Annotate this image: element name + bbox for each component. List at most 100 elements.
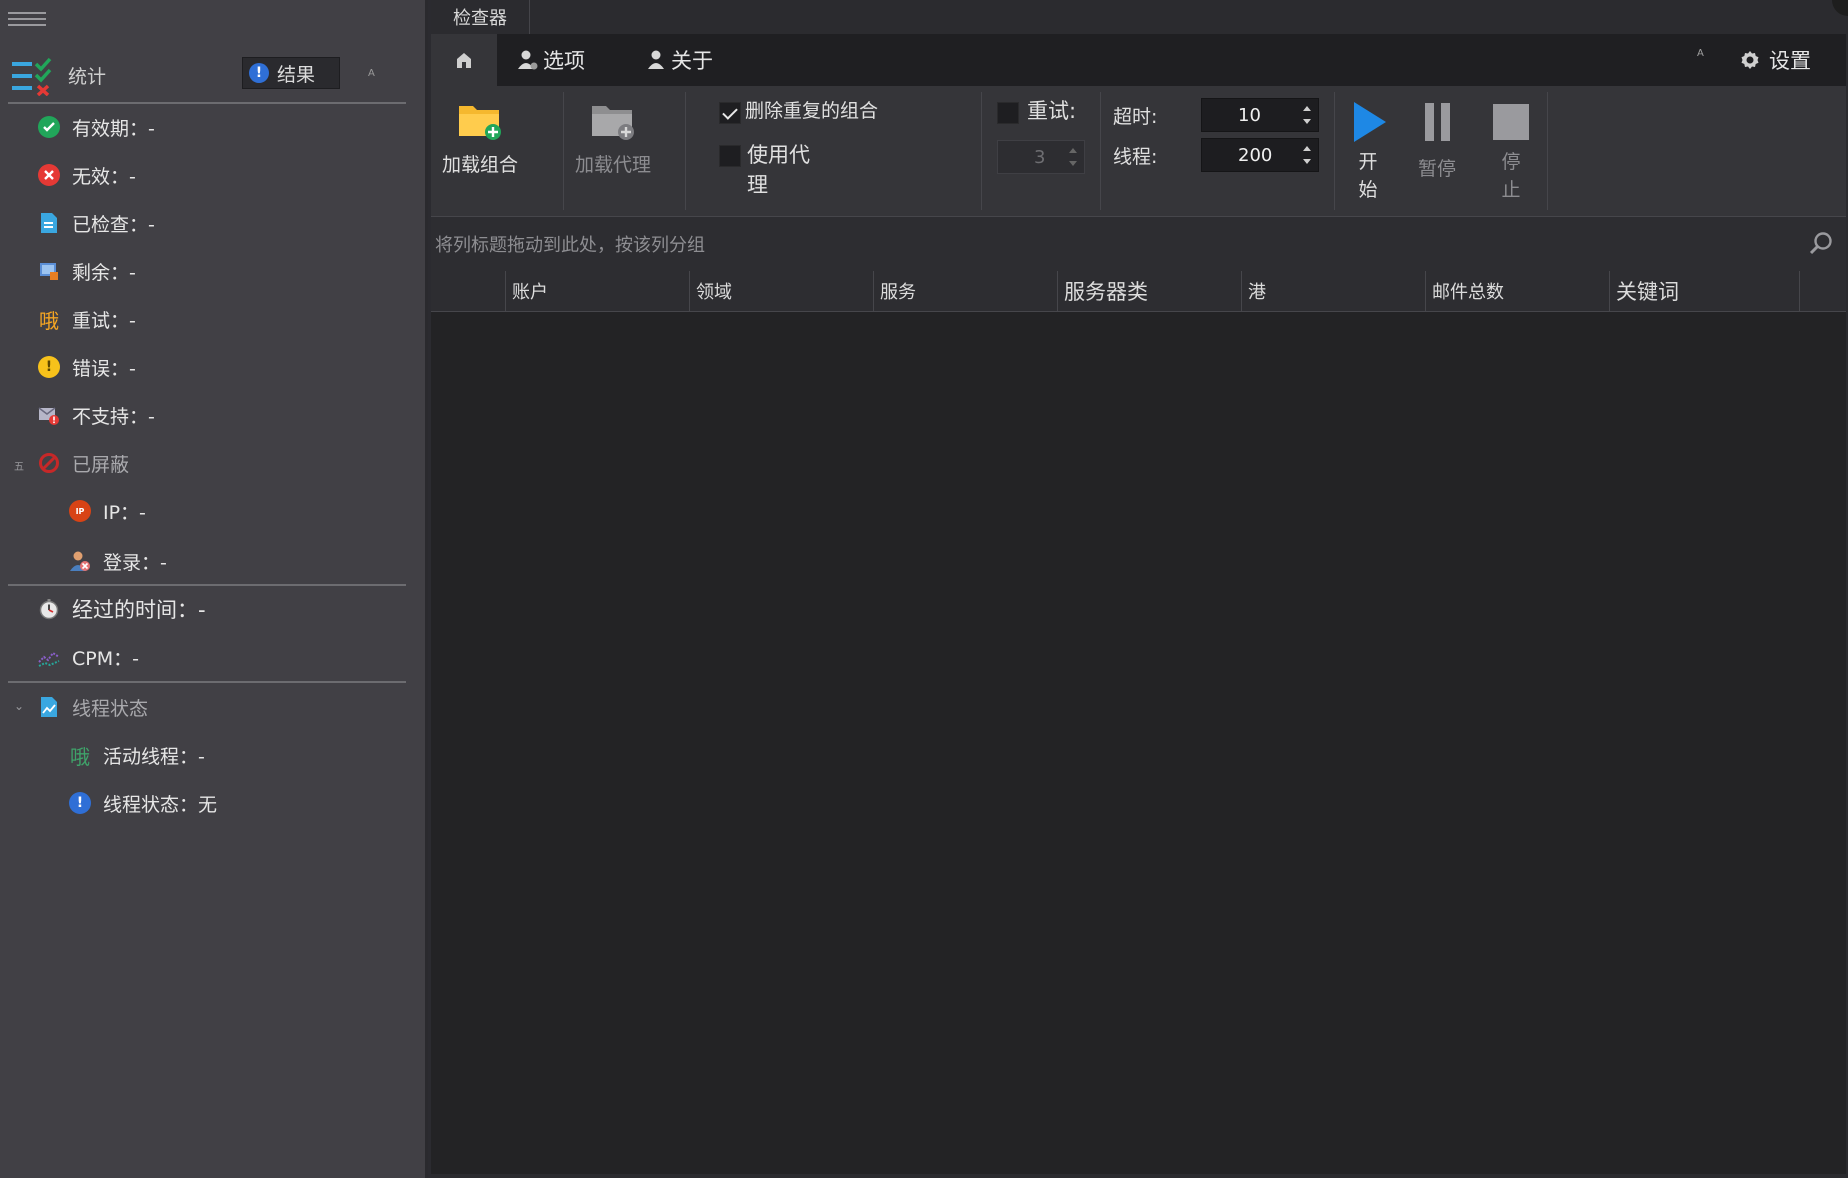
stat-elapsed-time-label: 经过的时间：- xyxy=(72,598,206,622)
stat-blocked-group[interactable]: 已屏蔽 xyxy=(38,443,129,483)
remove-duplicates-label: 删除重复的组合 xyxy=(745,100,879,122)
load-combo-label: 加载组合 xyxy=(441,154,518,176)
timeout-label: 超时: xyxy=(1113,106,1158,128)
column-header-domain[interactable]: 领域 xyxy=(689,271,873,311)
thread-status-group[interactable]: 线程状态 xyxy=(38,687,148,727)
stopwatch-icon xyxy=(38,598,60,620)
stats-label: 统计 xyxy=(68,66,107,88)
user-gear-icon xyxy=(518,50,538,70)
group-by-panel[interactable]: 将列标题拖动到此处，按该列分组 xyxy=(431,216,1846,272)
divider xyxy=(8,102,406,104)
gear-icon xyxy=(1741,51,1759,69)
column-header-mail-total[interactable]: 邮件总数 xyxy=(1425,271,1609,311)
stat-cpm: CPM：- xyxy=(38,637,139,677)
stop-button[interactable]: 停 止 xyxy=(1481,100,1541,204)
column-header-server-type[interactable]: 服务器类 xyxy=(1057,271,1241,311)
hamburger-menu-icon[interactable] xyxy=(8,8,46,30)
results-button[interactable]: ! 结果 xyxy=(242,57,340,89)
column-header-keyword[interactable]: 关键词 xyxy=(1609,271,1799,311)
timeout-value: 10 xyxy=(1238,104,1261,126)
active-thread-glyph-icon: 哦 xyxy=(70,744,90,769)
ip-shield-icon: IP xyxy=(69,500,91,522)
pause-icon xyxy=(1425,103,1450,141)
retry-count-value: 3 xyxy=(1034,146,1046,168)
stepper-arrows-icon[interactable] xyxy=(1068,144,1078,170)
results-button-label: 结果 xyxy=(277,63,316,86)
stop-label-line1: 停 xyxy=(1501,151,1521,173)
stat-valid: 有效期：- xyxy=(38,107,155,147)
warning-icon: ! xyxy=(38,356,60,378)
threads-stepper[interactable]: 200 xyxy=(1201,138,1319,172)
divider xyxy=(563,92,564,210)
stop-label-line2: 止 xyxy=(1501,179,1521,201)
column-header-account[interactable]: 账户 xyxy=(505,271,689,311)
thread-chart-icon xyxy=(38,696,60,718)
stat-cpm-label: CPM：- xyxy=(72,647,139,670)
tab-about[interactable]: 关于 xyxy=(647,34,713,86)
blocked-prefix-glyph[interactable]: 五 xyxy=(14,458,24,473)
load-proxy-label: 加载代理 xyxy=(574,154,651,176)
retry-checkbox[interactable] xyxy=(997,102,1019,124)
stepper-arrows-icon[interactable] xyxy=(1302,142,1312,168)
stat-blocked-login: 登录：- xyxy=(69,541,167,581)
tiny-label: A xyxy=(1697,48,1704,59)
document-icon xyxy=(38,212,60,234)
settings-label: 设置 xyxy=(1769,49,1811,73)
stat-blocked-login-label: 登录：- xyxy=(103,551,167,574)
stat-valid-label: 有效期：- xyxy=(72,117,155,140)
tab-options-label: 选项 xyxy=(543,49,585,73)
stat-unsupported: 不支持：- xyxy=(38,395,155,435)
stat-blocked-label: 已屏蔽 xyxy=(72,453,130,476)
divider xyxy=(1334,92,1335,210)
tab-about-label: 关于 xyxy=(671,49,713,73)
thread-status-group-label: 线程状态 xyxy=(72,697,149,720)
start-label-line2: 始 xyxy=(1358,179,1378,201)
user-info-icon xyxy=(648,50,664,69)
stop-icon xyxy=(1493,104,1529,140)
pause-button[interactable]: 暂停 xyxy=(1407,100,1467,184)
tab-options[interactable]: 选项 xyxy=(517,34,585,86)
retry-glyph-icon: 哦 xyxy=(39,308,59,333)
search-icon[interactable] xyxy=(1808,231,1834,257)
stat-invalid: 无效：- xyxy=(38,155,136,195)
blocked-icon xyxy=(38,452,60,474)
stat-active-threads-label: 活动线程：- xyxy=(103,745,205,768)
stats-header: 统计 ! 结果 A xyxy=(10,52,406,98)
tab-home[interactable] xyxy=(431,34,497,86)
settings-button[interactable]: 设置 xyxy=(1739,34,1811,86)
stat-error-label: 错误：- xyxy=(72,357,136,380)
stat-retry: 哦 重试：- xyxy=(38,299,136,339)
checklist-icon xyxy=(12,57,52,96)
timeout-stepper[interactable]: 10 xyxy=(1201,98,1319,132)
remove-duplicates-checkbox[interactable] xyxy=(719,102,741,124)
divider xyxy=(8,681,406,683)
tab-checker[interactable]: 检查器 xyxy=(431,0,530,34)
sidebar: 统计 ! 结果 A 有效期：- 无效：- 已检查：- 剩余：- 哦 重试：- !… xyxy=(0,0,428,1178)
divider xyxy=(981,92,982,210)
stat-unsupported-label: 不支持：- xyxy=(72,405,155,428)
use-proxy-label-line2: 理 xyxy=(747,173,768,197)
grid-body[interactable] xyxy=(431,312,1846,1174)
stat-thread-state-label: 线程状态：无 xyxy=(103,793,218,816)
retry-count-stepper[interactable]: 3 xyxy=(997,140,1085,174)
column-header-service[interactable]: 服务 xyxy=(873,271,1057,311)
stepper-arrows-icon[interactable] xyxy=(1302,102,1312,128)
chevron-down-icon[interactable]: ⌄ xyxy=(14,699,24,713)
use-proxy-checkbox[interactable] xyxy=(719,145,741,167)
threads-value: 200 xyxy=(1238,144,1273,166)
user-blocked-icon xyxy=(69,550,91,572)
load-combo-button[interactable]: 加载组合 xyxy=(441,100,519,180)
folder-add-disabled-icon xyxy=(592,106,634,140)
x-circle-icon xyxy=(38,164,60,186)
grid-header: 账户 领域 服务 服务器类 港 邮件总数 关键词 xyxy=(431,271,1846,312)
stat-blocked-ip: IP IP：- xyxy=(69,491,146,531)
load-proxy-button[interactable]: 加载代理 xyxy=(573,100,653,180)
divider xyxy=(685,92,686,210)
start-button[interactable]: 开 始 xyxy=(1343,100,1393,204)
stat-thread-state: ! 线程状态：无 xyxy=(69,783,217,823)
chart-line-icon xyxy=(38,646,60,668)
column-header-port[interactable]: 港 xyxy=(1241,271,1425,311)
stat-active-threads: 哦 活动线程：- xyxy=(69,735,205,775)
mail-alert-icon xyxy=(38,404,60,426)
stat-checked-label: 已检查：- xyxy=(72,213,155,236)
